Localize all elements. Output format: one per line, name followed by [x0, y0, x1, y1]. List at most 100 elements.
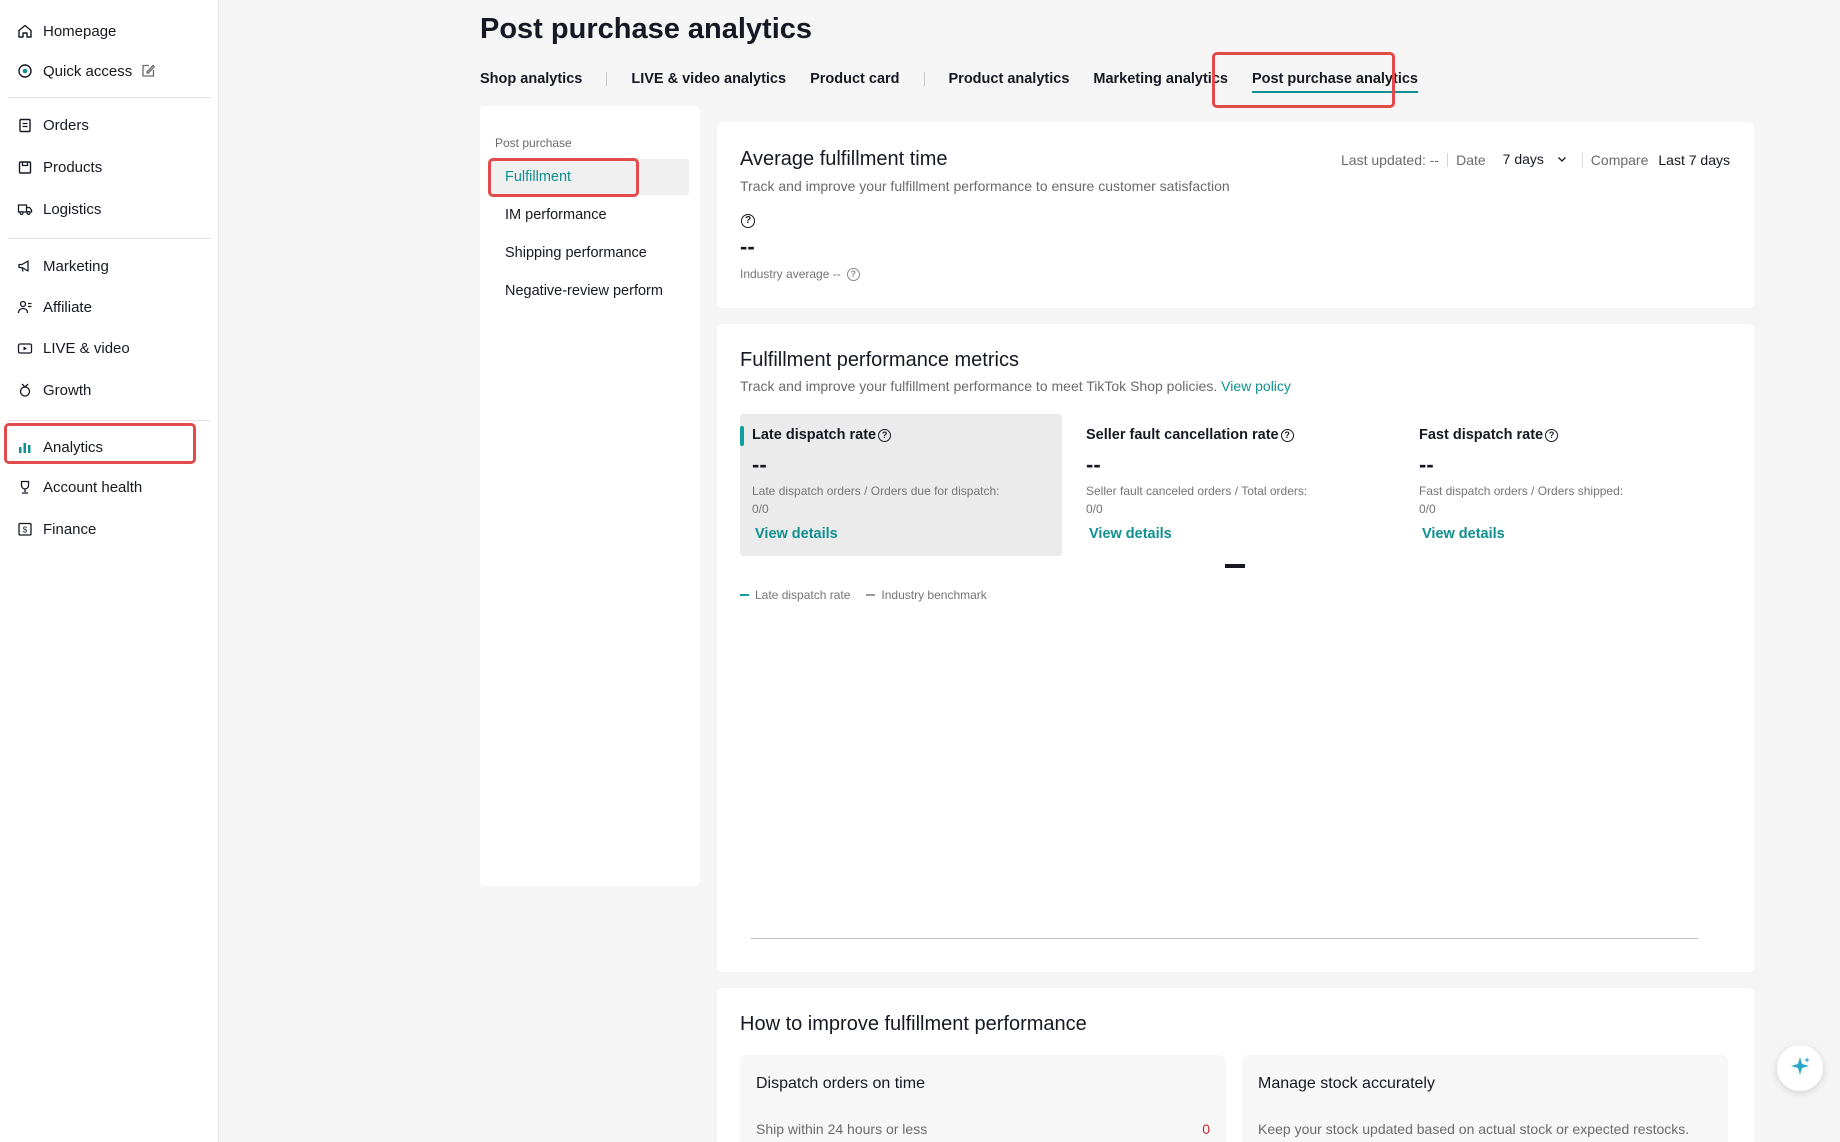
card-title: Fulfillment performance metrics [740, 349, 1019, 371]
analytics-icon [17, 439, 33, 455]
tab-post-purchase-analytics[interactable]: Post purchase analytics [1251, 71, 1419, 93]
sidebar-item-label: Orders [43, 116, 89, 134]
industry-average: Industry average -- ? [740, 267, 860, 281]
subnav-item-fulfillment[interactable]: Fulfillment [489, 159, 689, 195]
metric-fast-dispatch-rate[interactable]: Fast dispatch rate? -- Fast dispatch ord… [1407, 414, 1729, 556]
growth-icon [17, 382, 33, 398]
ai-assistant-button[interactable] [1777, 1045, 1823, 1091]
megaphone-icon [17, 258, 33, 274]
metric-active-indicator [740, 426, 744, 446]
compare-label: Compare [1590, 151, 1649, 168]
metric-label-text: Fast dispatch rate [1419, 427, 1544, 443]
sidebar-item-label: Account health [43, 478, 143, 496]
help-icon[interactable]: ? [1545, 428, 1559, 442]
card-title: How to improve fulfillment performance [740, 1013, 1087, 1035]
tip-card-manage-stock[interactable]: Manage stock accurately Keep your stock … [1242, 1055, 1728, 1142]
tip-text: Ship within 24 hours or less [756, 1121, 928, 1137]
help-icon[interactable]: ? [878, 428, 892, 442]
metric-description: Fast dispatch orders / Orders shipped: 0/… [1419, 482, 1719, 518]
help-icon[interactable]: ? [846, 267, 860, 281]
sidebar-item-growth[interactable]: Growth [5, 371, 210, 409]
metric-label: Fast dispatch rate? [1419, 427, 1559, 443]
metric-description-text: Fast dispatch orders / Orders shipped: [1419, 484, 1624, 498]
legend-item: Late dispatch rate [755, 588, 851, 602]
date-value: 7 days [1502, 151, 1544, 167]
metric-value: -- [752, 452, 767, 477]
filter-divider [1447, 152, 1449, 167]
tip-title: Dispatch orders on time [756, 1075, 925, 1092]
tab-product-card[interactable]: Product card [810, 71, 899, 87]
sidebar-item-quick-access[interactable]: Quick access [5, 52, 210, 90]
metric-label: Late dispatch rate? [752, 427, 892, 443]
sidebar-item-homepage[interactable]: Homepage [5, 12, 210, 50]
sidebar-item-orders[interactable]: Orders [5, 106, 210, 144]
tab-product-analytics[interactable]: Product analytics [949, 71, 1070, 87]
subnav-item-im-performance[interactable]: IM performance [489, 197, 689, 233]
metric-value: -- [1419, 452, 1434, 477]
view-details-link[interactable]: View details [1089, 526, 1172, 542]
metric-label: Seller fault cancellation rate? [1086, 427, 1294, 443]
trophy-icon [17, 479, 33, 495]
legend-item: Industry benchmark [881, 588, 987, 602]
sidebar-item-affiliate[interactable]: Affiliate [5, 288, 210, 326]
view-details-link[interactable]: View details [1422, 526, 1505, 542]
average-fulfillment-card: Average fulfillment time Track and impro… [717, 122, 1754, 308]
metric-seller-fault-cancellation-rate[interactable]: Seller fault cancellation rate? -- Selle… [1074, 414, 1396, 556]
metric-value: -- [1086, 452, 1101, 477]
metric-description-text: Late dispatch orders / Orders due for di… [752, 484, 1000, 498]
average-fulfillment-value: -- [740, 234, 755, 259]
tab-live-video-analytics[interactable]: LIVE & video analytics [631, 71, 786, 87]
help-icon[interactable]: ? [1280, 428, 1294, 442]
card-subtitle-text: Track and improve your fulfillment perfo… [740, 378, 1218, 394]
card-subtitle: Track and improve your fulfillment perfo… [740, 178, 1230, 194]
legend-swatch-dashed [866, 594, 876, 596]
tab-shop-analytics[interactable]: Shop analytics [480, 71, 582, 87]
tab-divider [606, 72, 608, 86]
chart-x-axis [751, 938, 1698, 939]
products-icon [17, 159, 33, 175]
date-filters: Last updated: -- Date 7 days Compare Las… [1341, 151, 1730, 168]
analytics-tabs: Shop analytics LIVE & video analytics Pr… [480, 68, 1419, 93]
sidebar-item-label: Affiliate [43, 298, 92, 316]
sidebar-divider [8, 97, 211, 98]
sidebar-item-label: Marketing [43, 257, 109, 275]
legend-swatch-solid [740, 594, 749, 596]
sidebar-divider [8, 238, 211, 239]
quick-access-icon [17, 63, 33, 79]
live-video-icon [17, 340, 33, 356]
subnav-item-negative-review-performance[interactable]: Negative-review perform [489, 273, 689, 309]
sidebar-item-finance[interactable]: $ Finance [5, 510, 210, 548]
sidebar-item-label: Products [43, 158, 103, 176]
subnav-group-label: Post purchase [495, 136, 572, 150]
fulfillment-metrics-card: Fulfillment performance metrics Track an… [717, 324, 1754, 972]
metric-label-text: Seller fault cancellation rate [1086, 427, 1279, 443]
metric-late-dispatch-rate[interactable]: Late dispatch rate? -- Late dispatch ord… [740, 414, 1062, 556]
tab-marketing-analytics[interactable]: Marketing analytics [1093, 71, 1228, 87]
sidebar-item-live-video[interactable]: LIVE & video [5, 329, 210, 367]
improve-fulfillment-card: How to improve fulfillment performance D… [717, 988, 1754, 1142]
compare-select[interactable]: Last 7 days [1658, 152, 1730, 168]
view-policy-link[interactable]: View policy [1221, 378, 1291, 394]
sidebar-item-label: Growth [43, 381, 92, 399]
post-purchase-subnav: Post purchase Fulfillment IM performance… [480, 106, 700, 886]
view-details-link[interactable]: View details [755, 526, 838, 542]
sparkle-icon [1788, 1054, 1812, 1083]
help-icon[interactable]: ? [741, 214, 755, 228]
sidebar-item-account-health[interactable]: Account health [5, 468, 210, 506]
sidebar-item-label: LIVE & video [43, 339, 130, 357]
date-select[interactable]: 7 days [1503, 151, 1568, 168]
edit-icon[interactable] [140, 63, 156, 79]
sidebar-item-marketing[interactable]: Marketing [5, 247, 210, 285]
chevron-down-icon [1556, 152, 1568, 168]
card-title: Average fulfillment time [740, 148, 948, 170]
affiliate-icon [17, 299, 33, 315]
loading-indicator [1225, 564, 1245, 568]
subnav-item-shipping-performance[interactable]: Shipping performance [489, 235, 689, 271]
sidebar: Homepage Quick access Orders Products Lo… [0, 0, 219, 1142]
tip-card-dispatch-on-time[interactable]: Dispatch orders on time Ship within 24 h… [740, 1055, 1226, 1142]
sidebar-item-products[interactable]: Products [5, 148, 210, 186]
tab-divider [923, 72, 925, 86]
sidebar-item-label: Finance [43, 520, 97, 538]
sidebar-item-logistics[interactable]: Logistics [5, 190, 210, 228]
sidebar-item-analytics[interactable]: Analytics [5, 428, 210, 466]
